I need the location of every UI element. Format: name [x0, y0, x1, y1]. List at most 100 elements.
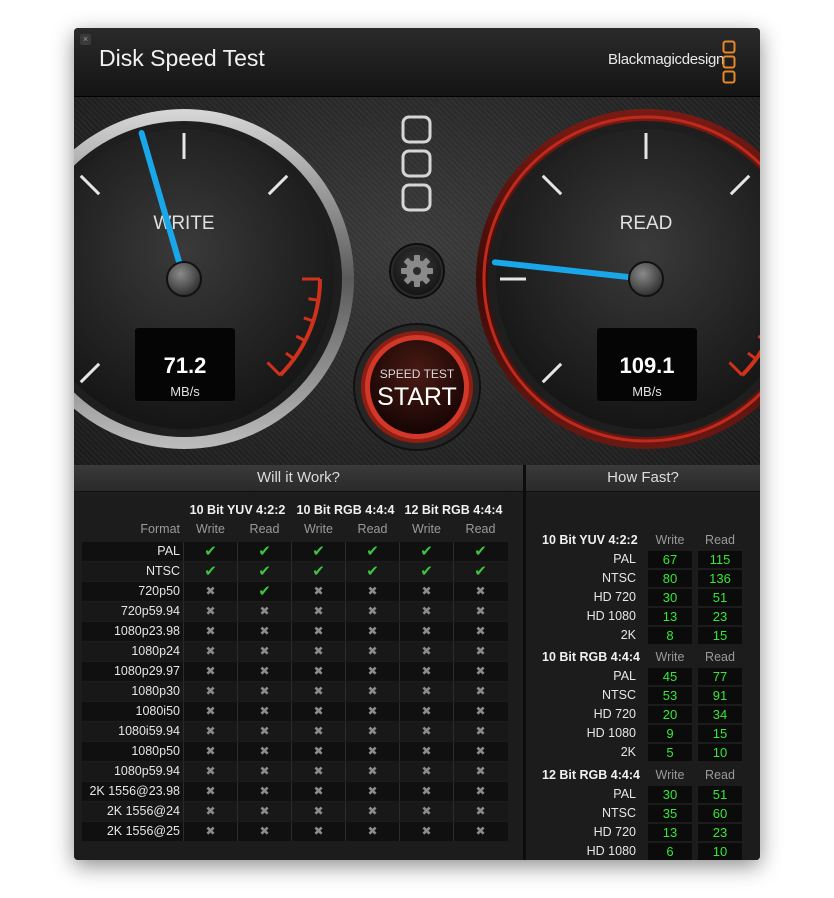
read-speed-value: 91	[698, 687, 742, 704]
cross-icon: ✖	[421, 664, 432, 678]
cross-icon: ✖	[367, 764, 378, 778]
cross-icon: ✖	[205, 624, 216, 638]
section-header: 12 Bit RGB 4:4:4	[542, 768, 640, 782]
cross-icon: ✖	[313, 804, 324, 818]
write-column-header: Write	[655, 533, 685, 547]
cross-icon: ✖	[259, 804, 270, 818]
cross-icon: ✖	[259, 604, 270, 618]
row-format-label: 2K 1556@23.98	[89, 784, 180, 798]
cross-icon: ✖	[205, 644, 216, 658]
cross-icon: ✖	[367, 664, 378, 678]
cross-icon: ✖	[205, 784, 216, 798]
cross-icon: ✖	[475, 704, 486, 718]
cross-icon: ✖	[367, 584, 378, 598]
speed-row-label: HD 720	[593, 825, 636, 839]
cross-icon: ✖	[475, 584, 486, 598]
section-header: 10 Bit YUV 4:2:2	[542, 533, 638, 547]
cross-icon: ✖	[313, 664, 324, 678]
cross-icon: ✖	[421, 764, 432, 778]
read-value: 109.1	[619, 353, 674, 378]
cross-icon: ✖	[421, 604, 432, 618]
check-icon: ✔	[258, 583, 271, 600]
cross-icon: ✖	[475, 744, 486, 758]
read-speed-value: 23	[698, 824, 742, 841]
cross-icon: ✖	[205, 604, 216, 618]
start-button[interactable]: SPEED TEST START	[353, 323, 481, 451]
cross-icon: ✖	[205, 664, 216, 678]
cross-icon: ✖	[205, 744, 216, 758]
cross-icon: ✖	[475, 804, 486, 818]
close-button[interactable]: ×	[80, 34, 91, 45]
cross-icon: ✖	[475, 644, 486, 658]
cross-icon: ✖	[421, 584, 432, 598]
speed-row-label: HD 1080	[586, 726, 636, 740]
column-header: Read	[465, 522, 496, 536]
cross-icon: ✖	[475, 604, 486, 618]
speed-row-label: 2K	[620, 628, 636, 642]
speed-row-label: PAL	[613, 552, 636, 566]
cross-icon: ✖	[475, 784, 486, 798]
cross-icon: ✖	[421, 824, 432, 838]
check-icon: ✔	[474, 563, 487, 580]
section-header: 10 Bit RGB 4:4:4	[542, 650, 640, 664]
group-header: 10 Bit YUV 4:2:2	[189, 503, 286, 517]
write-speed-value: 45	[648, 668, 692, 685]
title-bar: × Disk Speed Test Blackmagicdesign	[74, 28, 760, 97]
cross-icon: ✖	[205, 824, 216, 838]
read-column-header: Read	[705, 533, 735, 547]
cross-icon: ✖	[259, 764, 270, 778]
cross-icon: ✖	[367, 784, 378, 798]
write-speed-value: 5	[648, 744, 692, 761]
check-icon: ✔	[204, 563, 217, 580]
how-fast-header: How Fast?	[526, 465, 760, 492]
column-header: Write	[304, 522, 333, 536]
speed-row-label: NTSC	[601, 688, 636, 702]
speed-row-label: NTSC	[601, 571, 636, 585]
blackmagic-logo-icon	[722, 40, 736, 84]
cross-icon: ✖	[313, 624, 324, 638]
brand-name: Blackmagicdesign	[608, 51, 725, 68]
read-speed-value: 77	[698, 668, 742, 685]
cross-icon: ✖	[421, 624, 432, 638]
cross-icon: ✖	[421, 804, 432, 818]
cross-icon: ✖	[367, 604, 378, 618]
check-icon: ✔	[258, 563, 271, 580]
row-format-label: 1080p29.97	[113, 664, 180, 678]
column-header: Read	[249, 522, 280, 536]
column-header: Read	[357, 522, 388, 536]
cross-icon: ✖	[475, 684, 486, 698]
write-speed-value: 8	[648, 627, 692, 644]
check-icon: ✔	[204, 543, 217, 560]
cross-icon: ✖	[313, 704, 324, 718]
check-icon: ✔	[258, 543, 271, 560]
row-format-label: 1080i50	[135, 704, 181, 718]
settings-button[interactable]	[389, 243, 445, 299]
gauge-area: WRITE 71.2 MB/s READ 109.1 MB/s SPEED TE…	[74, 97, 760, 465]
check-icon: ✔	[420, 563, 433, 580]
panel-divider	[523, 465, 526, 860]
speed-row-label: HD 720	[593, 590, 636, 604]
column-header: Write	[412, 522, 441, 536]
cross-icon: ✖	[421, 724, 432, 738]
speed-row-label: PAL	[613, 669, 636, 683]
cross-icon: ✖	[313, 684, 324, 698]
row-format-label: 1080p30	[131, 684, 180, 698]
read-speed-value: 15	[698, 725, 742, 742]
row-format-label: 1080p59.94	[113, 764, 180, 778]
read-speed-value: 51	[698, 589, 742, 606]
cross-icon: ✖	[313, 644, 324, 658]
write-speed-value: 30	[648, 589, 692, 606]
write-speed-value: 35	[648, 805, 692, 822]
cross-icon: ✖	[367, 684, 378, 698]
read-gauge: READ 109.1 MB/s	[476, 109, 760, 449]
cross-icon: ✖	[313, 764, 324, 778]
cross-icon: ✖	[367, 824, 378, 838]
write-speed-value: 53	[648, 687, 692, 704]
check-icon: ✔	[420, 543, 433, 560]
cross-icon: ✖	[421, 744, 432, 758]
write-speed-value: 30	[648, 786, 692, 803]
gear-icon	[401, 255, 433, 287]
speed-row-label: HD 1080	[586, 844, 636, 858]
check-icon: ✔	[312, 563, 325, 580]
write-speed-value: 13	[648, 608, 692, 625]
